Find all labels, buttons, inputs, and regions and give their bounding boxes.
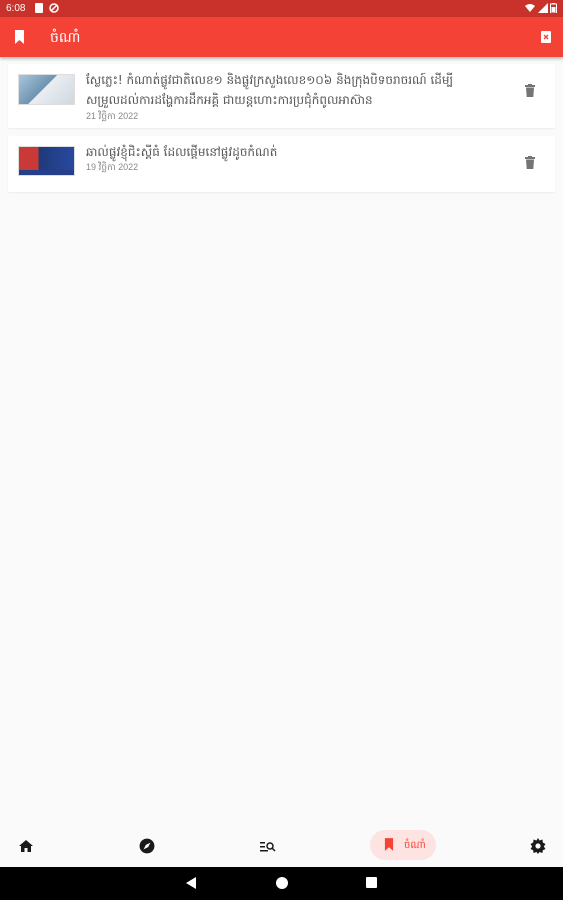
explore-icon[interactable] [139,837,155,855]
status-time: 6:08 [6,3,26,14]
bookmark-icon [15,30,24,44]
recents-icon[interactable] [366,877,377,888]
back-icon[interactable] [186,877,196,889]
data-saver-icon [49,3,59,13]
page-title: ចំណាំ [50,29,81,45]
bookmark-icon [384,838,394,851]
system-navigation-bar [0,867,563,900]
delete-icon[interactable] [525,156,535,169]
delete-icon[interactable] [525,84,535,97]
nav-item-bookmarks[interactable]: ចំណាំ [370,830,436,860]
bookmark-item[interactable]: ឆាល់ផ្លូវខ្ញុំជិះស្គីធំ ដែលផ្ដើមនៅផ្លូវដ… [8,136,555,192]
sim-card-icon [35,3,43,13]
status-bar: 6:08 [0,0,563,17]
home-circle-icon[interactable] [276,877,288,889]
settings-icon[interactable] [530,837,546,855]
bottom-navigation: ចំណាំ [0,825,563,867]
article-title[interactable]: ឆាល់ផ្លូវខ្ញុំជិះស្គីធំ ដែលផ្ដើមនៅផ្លូវដ… [86,142,486,162]
clear-all-button[interactable] [541,29,551,43]
article-date: 19 វិច្ឆិកា 2022 [86,162,139,172]
search-list-icon[interactable] [260,837,276,855]
app-bar: ចំណាំ [0,17,563,57]
article-thumbnail [18,74,75,105]
article-title[interactable]: ស្លែភ្លេះ! កំណាត់ផ្លូវជាតិលេខ១ និងផ្លូវក… [86,70,486,110]
home-icon[interactable] [19,837,33,855]
wifi-icon [525,4,535,12]
article-thumbnail [18,146,75,176]
article-date: 21 វិច្ឆិកា 2022 [86,111,139,121]
bookmark-list: ស្លែភ្លេះ! កំណាត់ផ្លូវជាតិលេខ១ និងផ្លូវក… [8,64,555,200]
signal-icon [538,3,548,13]
bookmark-item[interactable]: ស្លែភ្លេះ! កំណាត់ផ្លូវជាតិលេខ១ និងផ្លូវក… [8,64,555,128]
nav-bookmarks-label: ចំណាំ [404,840,426,851]
battery-icon [550,3,557,13]
